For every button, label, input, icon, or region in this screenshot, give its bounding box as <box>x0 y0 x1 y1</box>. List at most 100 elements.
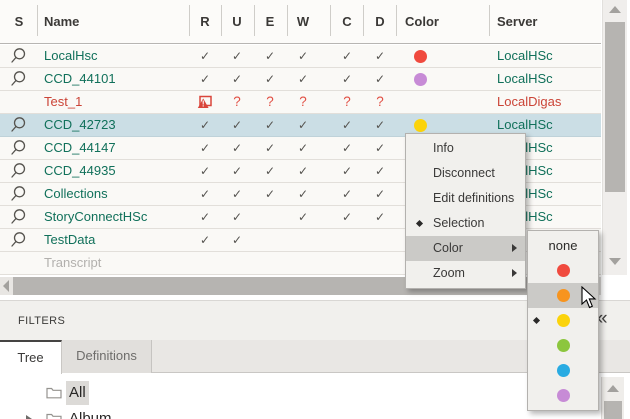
check-icon: ✓ <box>288 160 318 182</box>
submenu-item-green[interactable] <box>528 333 598 358</box>
tree-scroll-up-icon[interactable] <box>607 385 619 392</box>
check-icon: ✓ <box>222 160 252 182</box>
search-icon[interactable] <box>9 47 29 66</box>
check-icon: ✓ <box>332 114 362 136</box>
search-icon[interactable] <box>9 116 29 135</box>
warning-icon: ! <box>190 94 220 114</box>
tree-item-album[interactable]: Album <box>0 407 601 419</box>
check-icon: ✓ <box>332 206 362 228</box>
column-header-w[interactable]: W <box>288 0 318 43</box>
tab-definitions[interactable]: Definitions <box>62 340 152 373</box>
check-icon: ✓ <box>222 137 252 159</box>
submenu-arrow-icon <box>512 269 517 277</box>
tree-scroll-thumb[interactable] <box>604 401 622 419</box>
column-header-s[interactable]: S <box>4 0 34 43</box>
search-icon[interactable] <box>9 185 29 204</box>
row-name: TestData <box>44 229 95 251</box>
check-icon: ✓ <box>288 183 318 205</box>
check-icon: ✓ <box>190 45 220 67</box>
submenu-item-blue[interactable] <box>528 358 598 383</box>
check-icon: ✓ <box>288 137 318 159</box>
check-icon: ✓ <box>255 160 285 182</box>
menu-item-edit-definitions[interactable]: Edit definitions <box>406 186 525 211</box>
column-header-d[interactable]: D <box>365 0 395 43</box>
check-icon: ✓ <box>288 114 318 136</box>
column-divider <box>189 5 190 36</box>
context-menu: InfoDisconnectEdit definitionsSelectionC… <box>405 133 526 289</box>
check-icon: ✓ <box>365 183 395 205</box>
question-icon: ? <box>222 91 252 113</box>
search-icon[interactable] <box>9 208 29 227</box>
menu-item-zoom[interactable]: Zoom <box>406 261 525 286</box>
search-icon[interactable] <box>9 162 29 181</box>
column-header-u[interactable]: U <box>222 0 252 43</box>
column-header-e[interactable]: E <box>255 0 285 43</box>
selected-bullet-icon <box>416 220 423 227</box>
tree-vertical-scrollbar[interactable] <box>601 377 624 419</box>
row-name: Test_1 <box>44 91 82 113</box>
column-divider <box>254 5 255 36</box>
submenu-item-none[interactable]: none <box>528 233 598 258</box>
menu-item-selection[interactable]: Selection <box>406 211 525 236</box>
search-icon[interactable] <box>9 70 29 89</box>
application-window: SNameRUEWCDColorServer LocalHsc✓✓✓✓✓✓Loc… <box>0 0 630 419</box>
column-header-r[interactable]: R <box>190 0 220 43</box>
table-row-test-1[interactable]: Test_1!?????LocalDigas <box>0 91 601 114</box>
scroll-up-icon[interactable] <box>609 6 621 13</box>
blue-color-swatch <box>557 364 570 377</box>
expand-arrow-icon[interactable] <box>26 415 32 419</box>
check-icon: ✓ <box>365 206 395 228</box>
row-name: CCD_42723 <box>44 114 116 136</box>
red-color-swatch <box>557 264 570 277</box>
scroll-thumb[interactable] <box>605 22 625 192</box>
check-icon: ✓ <box>255 68 285 90</box>
search-icon[interactable] <box>9 139 29 158</box>
folder-icon <box>46 412 62 419</box>
folder-icon <box>46 386 62 404</box>
menu-item-color[interactable]: Color <box>406 236 525 261</box>
check-icon: ✓ <box>222 206 252 228</box>
check-icon: ✓ <box>222 229 252 251</box>
question-icon: ? <box>332 91 362 113</box>
column-divider <box>287 5 288 36</box>
submenu-item-red[interactable] <box>528 258 598 283</box>
filter-tree: All Album <box>0 373 601 419</box>
svg-text:!: ! <box>202 100 205 109</box>
check-icon: ✓ <box>332 68 362 90</box>
column-divider <box>37 5 38 36</box>
check-icon: ✓ <box>332 45 362 67</box>
column-header-server[interactable]: Server <box>497 0 537 43</box>
check-icon: ✓ <box>190 206 220 228</box>
check-icon: ✓ <box>255 114 285 136</box>
table-row-localhsc[interactable]: LocalHsc✓✓✓✓✓✓LocalHSc <box>0 45 601 68</box>
color-dot-yellow <box>414 119 427 132</box>
vertical-scrollbar[interactable] <box>602 0 627 275</box>
table-row-ccd-44101[interactable]: CCD_44101✓✓✓✓✓✓LocalHSc <box>0 68 601 91</box>
tab-tree[interactable]: Tree <box>0 340 62 374</box>
scroll-down-icon[interactable] <box>609 258 621 265</box>
color-dot-violet <box>414 73 427 86</box>
row-name: Collections <box>44 183 108 205</box>
submenu-item-violet[interactable] <box>528 383 598 408</box>
menu-item-info[interactable]: Info <box>406 136 525 161</box>
column-divider <box>396 5 397 36</box>
color-submenu: none <box>527 230 599 411</box>
row-name: CCD_44147 <box>44 137 116 159</box>
check-icon: ✓ <box>332 160 362 182</box>
submenu-arrow-icon <box>512 244 517 252</box>
scroll-left-button[interactable] <box>0 277 13 295</box>
row-name: CCD_44935 <box>44 160 116 182</box>
column-header-color[interactable]: Color <box>405 0 439 43</box>
check-icon: ✓ <box>222 183 252 205</box>
menu-item-disconnect[interactable]: Disconnect <box>406 161 525 186</box>
check-icon: ✓ <box>288 45 318 67</box>
column-header-name[interactable]: Name <box>44 0 79 43</box>
row-name: Transcript <box>44 252 101 274</box>
search-icon[interactable] <box>9 231 29 250</box>
column-header-c[interactable]: C <box>332 0 362 43</box>
check-icon: ✓ <box>365 114 395 136</box>
check-icon: ✓ <box>190 137 220 159</box>
check-icon: ✓ <box>332 183 362 205</box>
server-name: LocalHSc <box>497 68 553 90</box>
tree-item-all[interactable]: All <box>0 381 601 405</box>
